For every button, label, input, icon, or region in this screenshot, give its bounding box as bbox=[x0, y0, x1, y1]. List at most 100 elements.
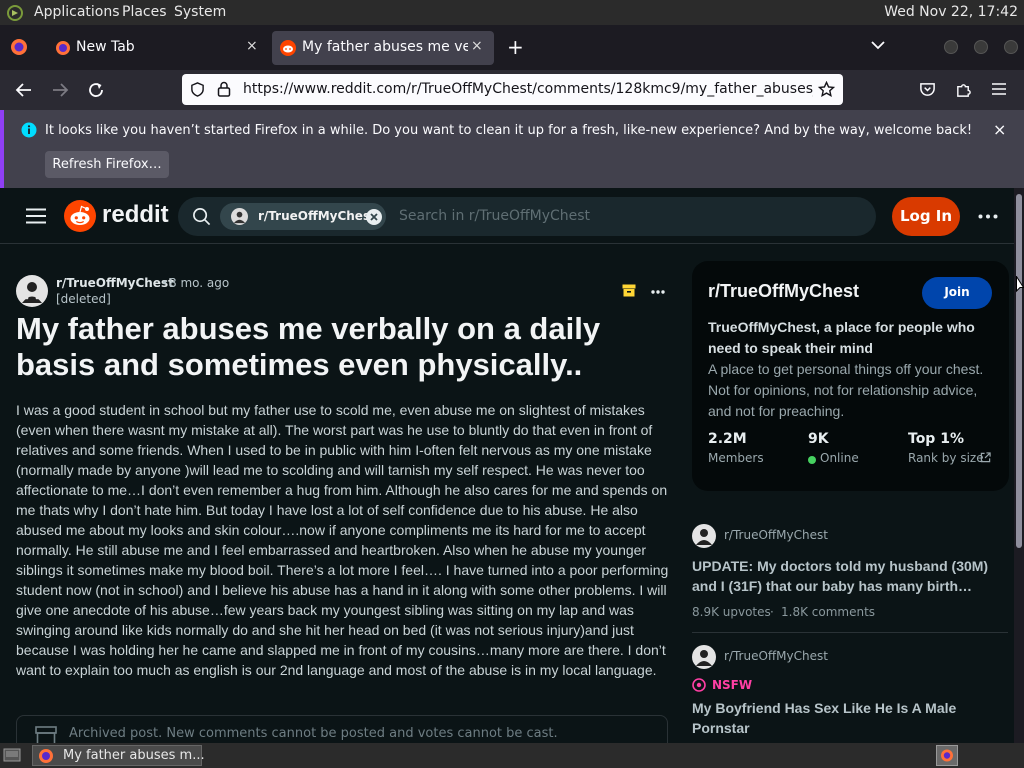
external-link-icon[interactable] bbox=[980, 452, 991, 463]
panel-clock[interactable]: Wed Nov 22, 17:42 bbox=[884, 4, 1018, 20]
nsfw-badge: NSFW bbox=[712, 678, 753, 692]
menu-applications[interactable]: Applications bbox=[34, 4, 120, 20]
more-options-icon[interactable] bbox=[978, 214, 998, 219]
related-subreddit-avatar-icon bbox=[692, 524, 716, 548]
post-body: I was a good student in school but my fa… bbox=[16, 402, 669, 678]
subreddit-info-card: r/TrueOffMyChest Join TrueOffMyChest, a … bbox=[692, 261, 1009, 491]
members-count: 2.2M bbox=[708, 431, 747, 447]
divider bbox=[692, 632, 1008, 633]
online-label: Online bbox=[820, 451, 859, 465]
related-stats-separator: · bbox=[770, 605, 774, 619]
search-subreddit-chip[interactable]: r/TrueOffMyChest bbox=[220, 203, 386, 230]
archive-icon bbox=[35, 726, 57, 743]
remove-chip-icon[interactable] bbox=[366, 209, 382, 225]
tab-close-icon[interactable]: × bbox=[471, 38, 483, 54]
related-post-title[interactable]: My Boyfriend Has Sex Like He Is A Male P… bbox=[692, 698, 992, 738]
refresh-firefox-notification: It looks like you haven’t started Firefo… bbox=[0, 110, 1024, 188]
new-tab-button[interactable]: + bbox=[507, 35, 524, 59]
back-arrow-icon[interactable] bbox=[15, 81, 33, 99]
reload-icon[interactable] bbox=[87, 81, 105, 99]
members-label: Members bbox=[708, 451, 764, 465]
web-page: reddit r/TrueOffMyChest Search in r/True… bbox=[0, 188, 1024, 743]
related-post[interactable]: r/TrueOffMyChest UPDATE: My doctors told… bbox=[692, 524, 1008, 624]
reddit-favicon-icon bbox=[280, 40, 296, 56]
navigation-toolbar: https://www.reddit.com/r/TrueOffMyChest/… bbox=[0, 70, 1024, 110]
refresh-firefox-button[interactable]: Refresh Firefox… bbox=[45, 151, 169, 178]
nsfw-icon bbox=[692, 678, 706, 692]
hamburger-menu-icon[interactable] bbox=[26, 208, 46, 224]
reddit-logo-icon[interactable] bbox=[64, 200, 96, 232]
close-window-icon[interactable] bbox=[1003, 39, 1019, 55]
tab-title: My father abuses me verball bbox=[302, 39, 468, 55]
show-desktop-icon[interactable] bbox=[3, 747, 21, 763]
subreddit-description: A place to get personal things off your … bbox=[708, 361, 984, 419]
info-icon bbox=[21, 122, 37, 138]
post-title: My father abuses me verbally on a daily … bbox=[16, 311, 601, 382]
workspace-switcher-icon[interactable] bbox=[936, 745, 958, 766]
url-text[interactable]: https://www.reddit.com/r/TrueOffMyChest/… bbox=[243, 81, 813, 97]
login-button[interactable]: Log In bbox=[892, 197, 960, 236]
reddit-header: reddit r/TrueOffMyChest Search in r/True… bbox=[0, 188, 1014, 244]
url-bar[interactable]: https://www.reddit.com/r/TrueOffMyChest/… bbox=[182, 74, 843, 105]
join-button[interactable]: Join bbox=[922, 277, 992, 309]
rank-value: Top 1% bbox=[908, 431, 964, 447]
sidebar-subreddit-name[interactable]: r/TrueOffMyChest bbox=[708, 281, 859, 302]
subreddit-avatar-icon bbox=[231, 208, 248, 225]
search-placeholder[interactable]: Search in r/TrueOffMyChest bbox=[399, 208, 590, 224]
scrollbar-thumb[interactable] bbox=[1016, 194, 1022, 548]
tab-close-icon[interactable]: × bbox=[246, 38, 258, 54]
maximize-window-icon[interactable] bbox=[973, 39, 989, 55]
rank-label[interactable]: Rank by size bbox=[908, 451, 984, 465]
search-icon bbox=[192, 207, 211, 226]
related-post[interactable]: r/TrueOffMyChest NSFW My Boyfriend Has S… bbox=[692, 645, 1008, 743]
related-subreddit-name[interactable]: r/TrueOffMyChest bbox=[724, 528, 828, 542]
notification-close-icon[interactable]: × bbox=[993, 120, 1006, 139]
list-all-tabs-icon[interactable] bbox=[871, 40, 885, 50]
taskbar-window-firefox[interactable]: My father abuses m... bbox=[32, 745, 205, 766]
minimize-window-icon[interactable] bbox=[943, 39, 959, 55]
tab-title: New Tab bbox=[76, 39, 135, 55]
taskbar-window-title: My father abuses m... bbox=[63, 748, 205, 763]
padlock-icon[interactable] bbox=[217, 81, 231, 97]
page-scrollbar[interactable] bbox=[1014, 188, 1024, 743]
related-comments: 1.8K comments bbox=[781, 605, 876, 619]
related-upvotes: 8.9K upvotes bbox=[692, 605, 771, 619]
mouse-cursor-icon bbox=[1016, 276, 1024, 294]
related-subreddit-name[interactable]: r/TrueOffMyChest bbox=[724, 649, 828, 663]
archived-notice-text: Archived post. New comments cannot be po… bbox=[69, 726, 558, 741]
post-options-icon[interactable] bbox=[651, 290, 665, 294]
menu-places[interactable]: Places bbox=[122, 4, 167, 20]
gnome-bottom-panel: My father abuses m... bbox=[0, 743, 1024, 768]
meta-separator: • bbox=[161, 276, 169, 290]
tab-new-tab[interactable]: New Tab × bbox=[46, 31, 268, 65]
post-age: 8 mo. ago bbox=[169, 276, 230, 290]
related-subreddit-avatar-icon bbox=[692, 645, 716, 669]
bookmark-star-icon[interactable] bbox=[818, 81, 835, 98]
gnome-foot-icon[interactable] bbox=[6, 4, 24, 22]
firefox-icon bbox=[55, 40, 71, 56]
tracking-protection-shield-icon[interactable] bbox=[190, 82, 205, 97]
post-author: [deleted] bbox=[56, 292, 111, 306]
forward-arrow-icon[interactable] bbox=[51, 81, 69, 99]
archived-box-icon bbox=[622, 284, 636, 297]
related-post-title[interactable]: UPDATE: My doctors told my husband (30M)… bbox=[692, 556, 992, 596]
tab-strip: New Tab × My father abuses me verball × … bbox=[0, 25, 1024, 70]
firefox-icon bbox=[38, 748, 54, 764]
online-count: 9K bbox=[808, 431, 829, 447]
gnome-top-panel: Applications Places System Wed Nov 22, 1… bbox=[0, 0, 1024, 25]
search-chip-label: r/TrueOffMyChest bbox=[258, 209, 376, 223]
reddit-wordmark[interactable]: reddit bbox=[102, 201, 169, 229]
notification-message: It looks like you haven’t started Firefo… bbox=[45, 123, 973, 138]
subreddit-tagline: TrueOffMyChest, a place for people who n… bbox=[708, 319, 975, 356]
extensions-puzzle-icon[interactable] bbox=[955, 81, 972, 98]
online-dot-icon bbox=[808, 456, 816, 464]
archived-notice: Archived post. New comments cannot be po… bbox=[16, 715, 668, 743]
hamburger-menu-icon[interactable] bbox=[991, 82, 1007, 96]
menu-system[interactable]: System bbox=[174, 4, 226, 20]
post-subreddit-avatar-icon[interactable] bbox=[16, 275, 48, 307]
reddit-search-bar[interactable]: r/TrueOffMyChest Search in r/TrueOffMyCh… bbox=[178, 197, 876, 236]
tab-reddit-post[interactable]: My father abuses me verball × bbox=[272, 31, 494, 65]
firefox-view-icon[interactable] bbox=[10, 38, 28, 56]
post-subreddit-link[interactable]: r/TrueOffMyChest bbox=[56, 276, 174, 290]
pocket-icon[interactable] bbox=[919, 81, 936, 98]
